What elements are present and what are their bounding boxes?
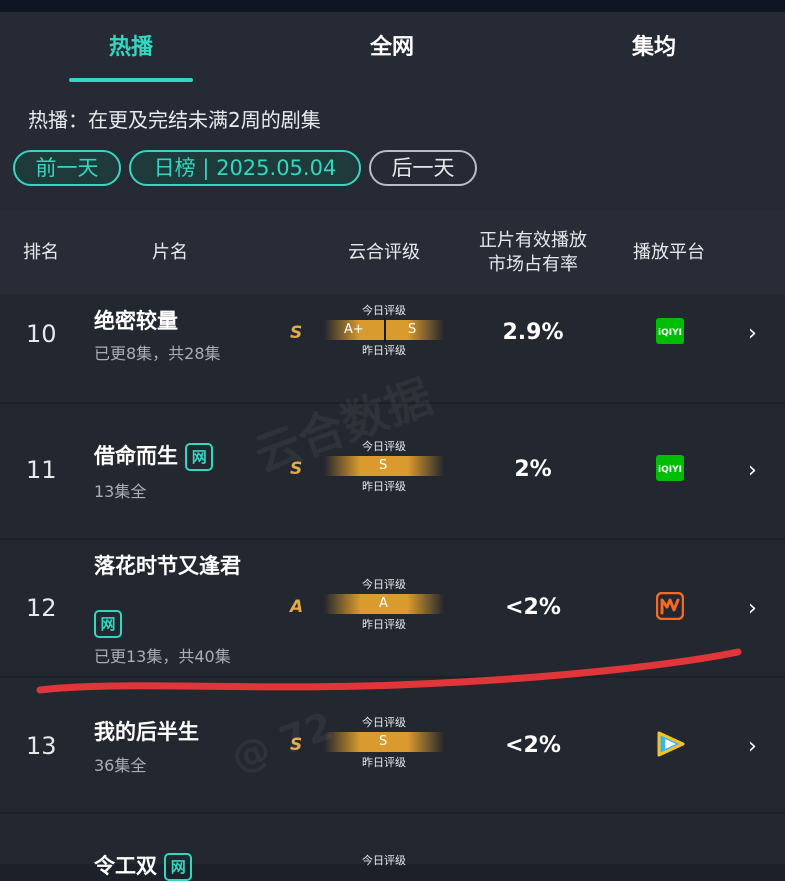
rating-gauge: 今日评级 A 昨日评级 — [324, 576, 444, 632]
header-platform: 播放平台 — [633, 242, 705, 263]
header-rating: 云合评级 — [348, 242, 420, 263]
row-title: 我的后半生 — [94, 720, 199, 744]
next-day-button[interactable]: 后一天 — [369, 150, 477, 186]
row-subtitle: 36集全 — [94, 756, 147, 775]
gauge-today-label: 今日评级 — [362, 854, 406, 867]
table-row[interactable]: 令工双 网 今日评级 — [0, 814, 785, 881]
gauge-yesterday-label: 昨日评级 — [362, 480, 406, 493]
chevron-right-icon[interactable]: › — [748, 596, 757, 621]
row-share: 2% — [514, 457, 552, 482]
row-share: <2% — [505, 595, 561, 620]
web-drama-badge: 网 — [94, 610, 122, 638]
header-title: 片名 — [152, 242, 188, 263]
tab-episode-average[interactable]: 集均 — [592, 12, 716, 88]
chevron-right-icon[interactable]: › — [748, 734, 757, 759]
header-share-line2: 市场占有率 — [488, 254, 578, 275]
svg-text:iQIYI: iQIYI — [658, 465, 682, 475]
rating-gauge: 今日评级 S 昨日评级 — [324, 714, 444, 770]
row-title-text: 借命而生 — [94, 444, 178, 468]
tab-all-network[interactable]: 全网 — [330, 12, 454, 88]
list-description: 热播：在更及完结未满2周的剧集 — [28, 108, 321, 132]
filter-area: 热播：在更及完结未满2周的剧集 前一天 日榜 | 2025.05.04 后一天 — [0, 88, 785, 210]
row-share: 2.9% — [502, 320, 564, 345]
header-share-line1: 正片有效播放 — [479, 230, 587, 251]
gauge-center-grade: S — [379, 458, 388, 473]
gauge-center-grade: S — [379, 734, 388, 749]
rating-gauge: 今日评级 A+ S 昨日评级 — [324, 302, 444, 358]
gauge-center-grade: A — [379, 596, 388, 611]
row-rank: 10 — [26, 320, 57, 348]
row-rank: 11 — [26, 456, 57, 484]
gauge-bar: S — [324, 456, 444, 476]
row-title: 落花时节又逢君 — [94, 554, 241, 578]
header-rank: 排名 — [23, 242, 59, 263]
row-rank: 12 — [26, 594, 57, 622]
gauge-divider — [384, 318, 386, 342]
red-annotation-stroke — [36, 648, 742, 694]
gauge-yesterday-label: 昨日评级 — [362, 756, 406, 769]
tab-bar: 热播 全网 集均 — [0, 12, 785, 88]
row-title: 绝密较量 — [94, 309, 178, 333]
gauge-bar: A+ S — [324, 318, 444, 342]
row-subtitle: 13集全 — [94, 482, 147, 501]
iqiyi-icon: iQIYI — [656, 455, 684, 481]
active-tab-indicator — [69, 78, 193, 82]
row-rank: 13 — [26, 732, 57, 760]
prev-day-button[interactable]: 前一天 — [13, 150, 121, 186]
gauge-left-grade: A+ — [344, 322, 364, 337]
gauge-bar: A — [324, 594, 444, 614]
mango-tv-icon — [655, 591, 685, 621]
gauge-today-label: 今日评级 — [362, 716, 406, 729]
web-drama-badge: 网 — [185, 443, 214, 471]
gauge-today-label: 今日评级 — [362, 304, 406, 317]
tencent-video-icon — [656, 730, 685, 757]
tab-hot[interactable]: 热播 — [69, 12, 193, 88]
row-title: 借命而生 网 — [94, 442, 214, 471]
row-grade: A — [290, 597, 304, 617]
web-drama-badge-label: 网 — [94, 610, 122, 638]
svg-text:iQIYI: iQIYI — [658, 328, 682, 338]
iqiyi-icon: iQIYI — [656, 318, 684, 344]
row-title: 令工双 网 — [94, 852, 193, 881]
chevron-right-icon[interactable]: › — [748, 321, 757, 346]
row-title-text: 令工双 — [94, 854, 157, 878]
chevron-right-icon[interactable]: › — [748, 458, 757, 483]
gauge-bar: S — [324, 732, 444, 752]
gauge-right-grade: S — [408, 322, 417, 337]
gauge-today-label: 今日评级 — [362, 578, 406, 591]
date-selector[interactable]: 日榜 | 2025.05.04 — [129, 150, 361, 186]
row-grade: S — [290, 323, 303, 343]
gauge-yesterday-label: 昨日评级 — [362, 618, 406, 631]
row-subtitle: 已更8集，共28集 — [94, 344, 221, 363]
gauge-yesterday-label: 昨日评级 — [362, 344, 406, 357]
web-drama-badge: 网 — [164, 853, 193, 881]
rating-gauge: 今日评级 — [324, 852, 444, 868]
status-strip — [0, 0, 785, 12]
table-header: 排名 片名 云合评级 正片有效播放 市场占有率 播放平台 — [0, 210, 785, 294]
row-share: <2% — [505, 733, 561, 758]
